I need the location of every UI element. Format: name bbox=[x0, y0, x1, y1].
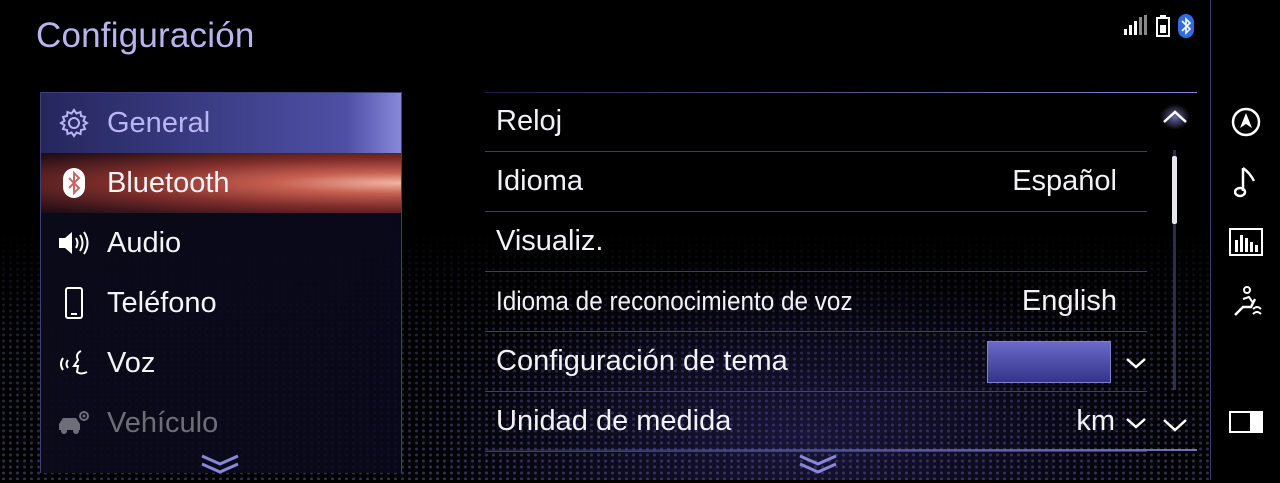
setting-row-language[interactable]: Idioma Español bbox=[485, 152, 1147, 212]
theme-color-swatch bbox=[987, 340, 1111, 383]
menu-item-audio[interactable]: Audio bbox=[41, 213, 401, 273]
bluetooth-icon bbox=[41, 168, 107, 198]
scroll-up-button[interactable] bbox=[1160, 104, 1190, 135]
setting-row-display[interactable]: Visualiz. bbox=[485, 212, 1147, 272]
signal-icon bbox=[1124, 15, 1148, 37]
menu-item-label: Audio bbox=[107, 226, 182, 259]
chevron-down-icon bbox=[1125, 405, 1147, 438]
speaker-icon bbox=[41, 228, 107, 258]
music-note-icon[interactable] bbox=[1224, 160, 1268, 204]
settings-list: Reloj Idioma Español Visualiz. Idioma de… bbox=[485, 92, 1197, 452]
bluetooth-icon bbox=[1178, 14, 1194, 38]
setting-label: Unidad de medida bbox=[496, 405, 732, 437]
menu-item-label: General bbox=[107, 106, 211, 139]
menu-item-label: Bluetooth bbox=[107, 166, 230, 199]
setting-row-unit[interactable]: Unidad de medida km bbox=[485, 392, 1147, 452]
vehicle-settings-icon bbox=[41, 408, 107, 438]
menu-item-voice[interactable]: Voz bbox=[41, 333, 401, 393]
sidebar-divider bbox=[1210, 0, 1211, 480]
status-bar bbox=[1124, 14, 1194, 38]
gear-icon bbox=[41, 107, 107, 139]
equalizer-icon[interactable] bbox=[1224, 220, 1268, 264]
setting-row-clock[interactable]: Reloj bbox=[485, 92, 1147, 152]
menu-item-label: Voz bbox=[107, 346, 156, 379]
list-bottom-divider bbox=[485, 449, 1197, 451]
scrollbar-thumb[interactable] bbox=[1172, 156, 1177, 224]
unit-dropdown[interactable]: km bbox=[1076, 405, 1147, 438]
double-chevron-down-icon[interactable] bbox=[798, 452, 838, 483]
menu-item-general[interactable]: General bbox=[41, 93, 401, 153]
setting-value: Español bbox=[1012, 165, 1117, 197]
theme-dropdown[interactable] bbox=[987, 340, 1147, 383]
setting-value: km bbox=[1076, 405, 1115, 437]
setting-label: Visualiz. bbox=[496, 225, 604, 257]
setting-label: Reloj bbox=[496, 105, 563, 137]
display-toggle-icon[interactable] bbox=[1224, 400, 1268, 444]
menu-item-label: Vehículo bbox=[107, 406, 219, 439]
setting-label: Configuración de tema bbox=[496, 345, 788, 377]
setting-row-theme[interactable]: Configuración de tema bbox=[485, 332, 1147, 392]
menu-item-vehicle[interactable]: Vehículo bbox=[41, 393, 401, 453]
setting-label: Idioma bbox=[496, 165, 584, 197]
menu-item-phone[interactable]: Teléfono bbox=[41, 273, 401, 333]
phone-icon bbox=[41, 287, 107, 319]
menu-item-label: Teléfono bbox=[107, 286, 217, 319]
menu-item-bluetooth[interactable]: Bluetooth bbox=[41, 153, 401, 213]
voice-icon bbox=[41, 348, 107, 378]
category-menu: General Bluetooth Audio Teléfono Voz Veh… bbox=[40, 92, 402, 473]
chevron-down-icon bbox=[1125, 345, 1147, 378]
scroll-down-button[interactable] bbox=[1160, 412, 1190, 443]
double-chevron-down-icon[interactable] bbox=[200, 452, 240, 483]
navigation-icon[interactable] bbox=[1224, 100, 1268, 144]
page-title: Configuración bbox=[36, 16, 255, 55]
setting-row-voice-recognition-language[interactable]: Idioma de reconocimiento de voz English bbox=[485, 272, 1147, 332]
battery-icon bbox=[1156, 15, 1170, 37]
climate-seat-icon[interactable] bbox=[1224, 280, 1268, 324]
setting-value: English bbox=[1021, 285, 1117, 317]
setting-label: Idioma de reconocimiento de voz bbox=[496, 286, 853, 316]
